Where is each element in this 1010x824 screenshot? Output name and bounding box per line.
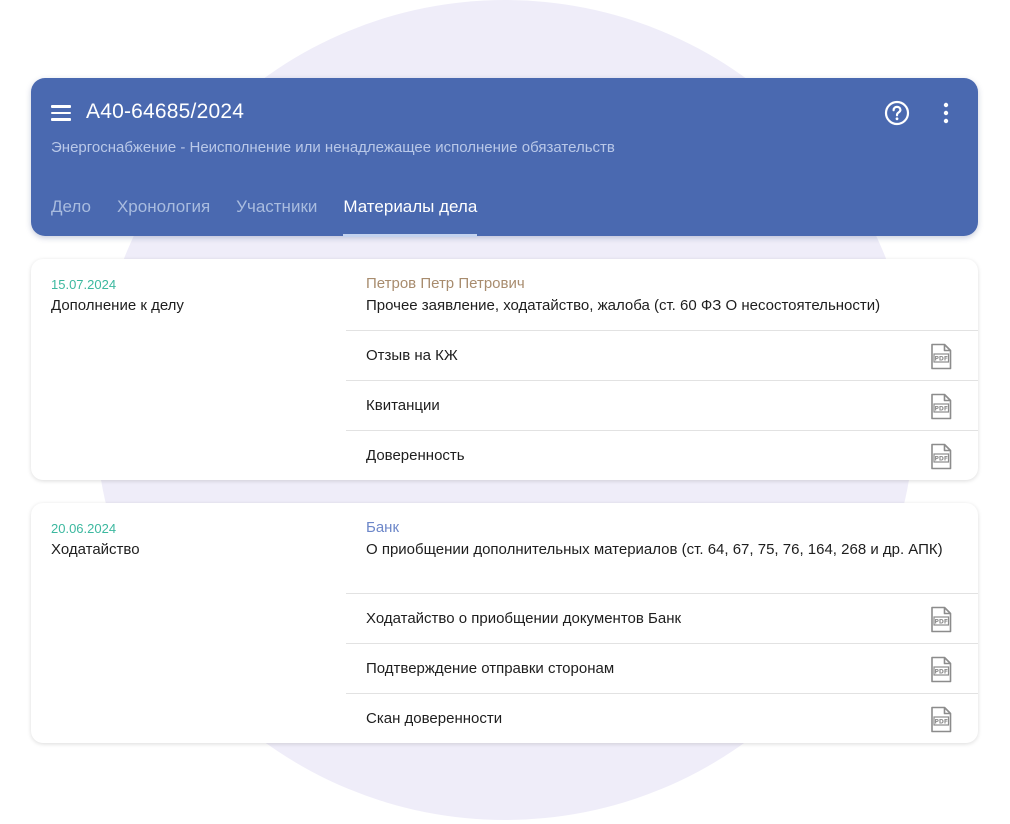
entry-party[interactable]: Банк — [366, 519, 948, 536]
tab-case-materials[interactable]: Материалы дела — [343, 196, 477, 237]
tab-bar: Дело Хронология Участники Материалы дела — [51, 196, 503, 237]
pdf-icon[interactable]: PDF — [929, 343, 953, 370]
document-label: Скан доверенности — [366, 710, 503, 727]
entry-description: О приобщении дополнительных материалов (… — [366, 541, 943, 558]
document-row[interactable]: Квитанции PDF — [346, 380, 978, 430]
pdf-icon[interactable]: PDF — [929, 706, 953, 733]
card-head: Банк О приобщении дополнительных материа… — [346, 503, 978, 593]
case-subtitle: Энергоснабжение - Неисполнение или ненад… — [51, 139, 615, 156]
document-label: Подтверждение отправки сторонам — [366, 660, 615, 677]
entry-type: Ходатайство — [51, 541, 140, 558]
entry-date: 20.06.2024 — [51, 521, 117, 536]
pdf-icon[interactable]: PDF — [929, 656, 953, 683]
entry-party[interactable]: Петров Петр Петрович — [366, 275, 958, 292]
svg-text:PDF: PDF — [935, 668, 948, 675]
svg-text:PDF: PDF — [935, 718, 948, 725]
material-card: 20.06.2024 Ходатайство Банк О приобщении… — [31, 503, 978, 743]
document-label: Доверенность — [366, 447, 465, 464]
entry-type: Дополнение к делу — [51, 297, 184, 314]
more-vertical-icon[interactable] — [939, 102, 953, 124]
tab-participants[interactable]: Участники — [236, 196, 317, 236]
svg-text:PDF: PDF — [935, 455, 948, 462]
tab-case[interactable]: Дело — [51, 196, 91, 236]
document-row[interactable]: Ходатайство о приобщении документов Банк… — [346, 593, 978, 643]
tab-chronology[interactable]: Хронология — [117, 196, 210, 236]
help-icon[interactable] — [884, 100, 910, 126]
case-number: А40-64685/2024 — [86, 100, 245, 123]
card-content: Банк О приобщении дополнительных материа… — [346, 503, 978, 743]
document-row[interactable]: Отзыв на КЖ PDF — [346, 330, 978, 380]
document-row[interactable]: Скан доверенности PDF — [346, 693, 978, 743]
card-content: Петров Петр Петрович Прочее заявление, х… — [346, 259, 978, 480]
card-meta: 20.06.2024 Ходатайство — [51, 521, 140, 558]
card-head: Петров Петр Петрович Прочее заявление, х… — [346, 259, 978, 330]
material-card: 15.07.2024 Дополнение к делу Петров Петр… — [31, 259, 978, 480]
pdf-icon[interactable]: PDF — [929, 606, 953, 633]
entry-description: Прочее заявление, ходатайство, жалоба (с… — [366, 297, 881, 314]
document-label: Ходатайство о приобщении документов Банк — [366, 610, 682, 627]
document-label: Квитанции — [366, 397, 440, 414]
svg-text:PDF: PDF — [935, 355, 948, 362]
svg-text:PDF: PDF — [935, 405, 948, 412]
entry-date: 15.07.2024 — [51, 277, 117, 292]
document-row[interactable]: Подтверждение отправки сторонам PDF — [346, 643, 978, 693]
pdf-icon[interactable]: PDF — [929, 443, 953, 470]
svg-text:PDF: PDF — [935, 618, 948, 625]
menu-icon[interactable] — [51, 105, 71, 121]
card-meta: 15.07.2024 Дополнение к делу — [51, 277, 184, 314]
document-label: Отзыв на КЖ — [366, 347, 458, 364]
pdf-icon[interactable]: PDF — [929, 393, 953, 420]
document-row[interactable]: Доверенность PDF — [346, 430, 978, 480]
case-header: А40-64685/2024 Энергоснабжение - Неиспол… — [31, 78, 978, 237]
